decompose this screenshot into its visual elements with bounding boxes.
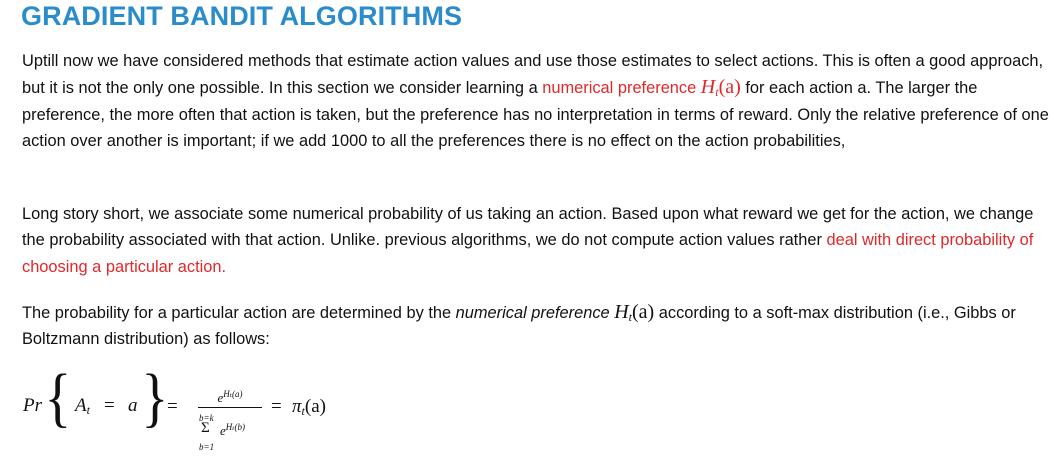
equation-A: A [75, 395, 87, 416]
equation-fraction-line [198, 407, 262, 408]
equation-equals-2: = [271, 396, 282, 417]
equation-denominator: eHₜ(b) [220, 423, 245, 439]
numerator-exponent: Hₜ(a) [223, 389, 243, 399]
equation-left-brace: { [44, 361, 72, 434]
probability-text: The probability for a particular action … [22, 304, 456, 322]
intro-paragraph: Uptill now we have considered methods th… [22, 48, 1052, 154]
softmax-equation: Pr { At = a } = eHₜ(a) b=k Σ eHₜ(b) b=1 … [0, 360, 420, 461]
probability-paragraph: The probability for a particular action … [22, 299, 1052, 353]
equation-action-variable: At [75, 395, 90, 417]
equation-pr: Pr [23, 395, 42, 416]
preference-symbol: Ht(a) [701, 76, 741, 98]
equation-equals-1: = [167, 396, 178, 417]
denominator-exponent: Hₜ(b) [225, 422, 245, 432]
sum-lower-limit: b=1 [199, 442, 215, 452]
numerical-preference-highlight: numerical preference Ht(a) [542, 76, 741, 98]
preference-H: H [700, 76, 716, 99]
equation-numerator: eHₜ(a) [198, 390, 262, 406]
preference-argument-2: (a) [632, 301, 655, 323]
equation-right-brace: } [141, 361, 169, 434]
policy-pi: π [292, 396, 302, 417]
numerical-preference-emphasis: numerical preference [455, 304, 615, 322]
sum-sigma: Σ [201, 420, 210, 436]
highlight-text: numerical preference [542, 79, 701, 98]
equation-policy: πt(a) [292, 396, 326, 418]
section-heading: GRADIENT BANDIT ALGORITHMS [21, 1, 463, 31]
equation-a: a [128, 395, 138, 416]
policy-argument: (a) [304, 396, 326, 417]
preference-argument: (a) [718, 76, 741, 99]
summary-paragraph: Long story short, we associate some nume… [22, 201, 1052, 280]
equation-equals-inner: = [104, 395, 115, 416]
preference-H-2: H [614, 301, 629, 323]
preference-symbol-2: Ht(a) [614, 301, 654, 323]
equation-A-subscript: t [86, 403, 90, 417]
